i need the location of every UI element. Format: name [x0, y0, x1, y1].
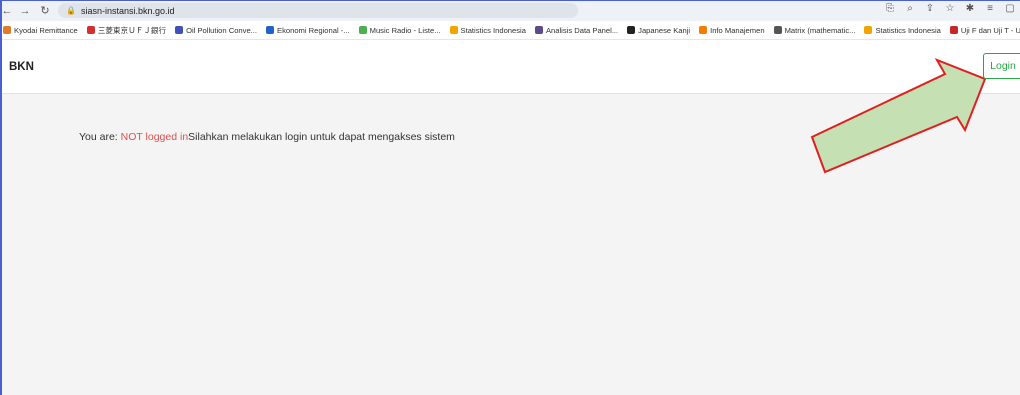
window-frame [0, 0, 1020, 395]
